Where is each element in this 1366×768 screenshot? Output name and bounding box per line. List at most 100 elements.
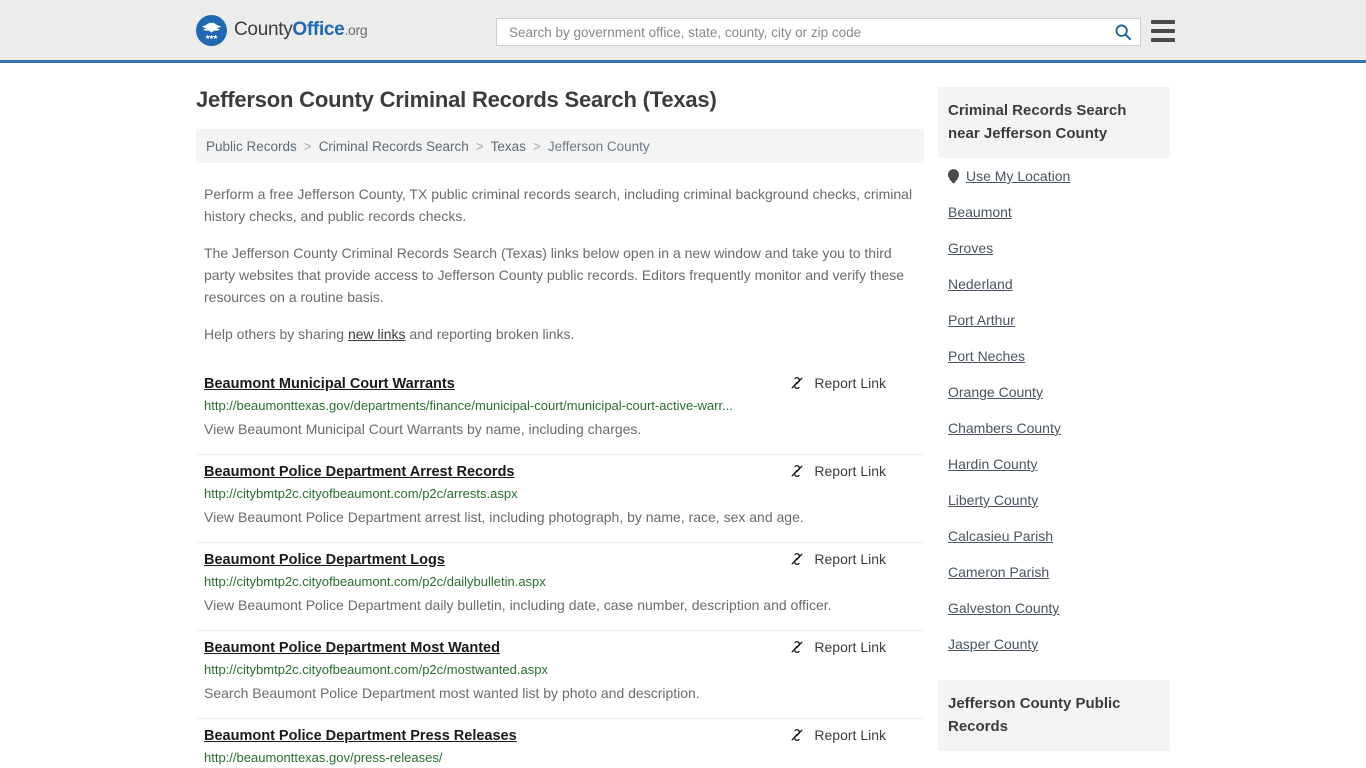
result-item: Beaumont Police Department Logs http://c… [196, 543, 924, 631]
search-icon[interactable] [1114, 23, 1132, 41]
breadcrumb: Public Records > Criminal Records Search… [196, 129, 924, 163]
hamburger-bar [1151, 38, 1175, 42]
sidebar-item-port-arthur[interactable]: Port Arthur [948, 302, 1170, 338]
report-link-button[interactable]: Report Link [789, 551, 886, 567]
intro-p3-after: and reporting broken links. [405, 326, 575, 342]
breadcrumb-item-criminal-records-search[interactable]: Criminal Records Search [319, 139, 469, 154]
sidebar-item-cameron-parish[interactable]: Cameron Parish [948, 554, 1170, 590]
sidebar-item-groves[interactable]: Groves [948, 230, 1170, 266]
breadcrumb-separator: > [303, 138, 312, 154]
result-description: Search Beaumont Police Department most w… [204, 685, 700, 701]
broken-link-icon [789, 551, 805, 567]
report-link-label: Report Link [814, 551, 886, 567]
sidebar-panel-heading: Criminal Records Search near Jefferson C… [938, 87, 1170, 158]
sidebar-link[interactable]: Jasper County [948, 636, 1038, 652]
results-list: Beaumont Municipal Court Warrants http:/… [196, 367, 924, 768]
result-description: View Beaumont Police Department daily bu… [204, 597, 832, 613]
sidebar-item-liberty-county[interactable]: Liberty County [948, 482, 1170, 518]
sidebar-link[interactable]: Nederland [948, 276, 1013, 292]
breadcrumb-item-jefferson-county: Jefferson County [547, 138, 650, 154]
result-title-link[interactable]: Beaumont Police Department Logs [204, 552, 445, 568]
result-url[interactable]: http://citybmtp2c.cityofbeaumont.com/p2c… [204, 662, 924, 677]
result-title-link[interactable]: Beaumont Police Department Press Release… [204, 728, 517, 744]
result-item: Beaumont Police Department Most Wanted h… [196, 631, 924, 719]
main-content: Jefferson County Criminal Records Search… [196, 87, 924, 768]
broken-link-icon [789, 639, 805, 655]
sidebar-link[interactable]: Cameron Parish [948, 564, 1049, 580]
sidebar-link[interactable]: Beaumont [948, 204, 1012, 220]
sidebar-link[interactable]: Chambers County [948, 420, 1061, 436]
result-description: View Beaumont Municipal Court Warrants b… [204, 421, 642, 437]
broken-link-icon [789, 727, 805, 743]
report-link-button[interactable]: Report Link [789, 463, 886, 479]
search-box[interactable] [496, 18, 1141, 46]
sidebar-link[interactable]: Galveston County [948, 600, 1059, 616]
sidebar-item-nederland[interactable]: Nederland [948, 266, 1170, 302]
result-url[interactable]: http://citybmtp2c.cityofbeaumont.com/p2c… [204, 574, 924, 589]
report-link-button[interactable]: Report Link [789, 639, 886, 655]
hamburger-menu-icon[interactable] [1151, 20, 1175, 42]
site-header: CountyOffice.org [0, 0, 1366, 63]
intro-text: Perform a free Jefferson County, TX publ… [196, 183, 924, 345]
sidebar-item-galveston-county[interactable]: Galveston County [948, 590, 1170, 626]
countyoffice-eagle-logo-icon [196, 14, 227, 46]
search-area [496, 18, 1141, 46]
sidebar-link[interactable]: Orange County [948, 384, 1043, 400]
result-description: View Beaumont Police Department arrest l… [204, 509, 804, 525]
intro-paragraph-3: Help others by sharing new links and rep… [204, 323, 920, 345]
report-link-label: Report Link [814, 639, 886, 655]
report-link-label: Report Link [814, 463, 886, 479]
logo-text-office: Office [292, 19, 345, 40]
sidebar-link[interactable]: Groves [948, 240, 993, 256]
sidebar-link[interactable]: Calcasieu Parish [948, 528, 1053, 544]
breadcrumb-separator: > [532, 138, 541, 154]
sidebar-item-orange-county[interactable]: Orange County [948, 374, 1170, 410]
map-pin-icon [948, 168, 959, 184]
site-logo[interactable]: CountyOffice.org [196, 14, 368, 46]
report-link-label: Report Link [814, 375, 886, 391]
sidebar-item-jasper-county[interactable]: Jasper County [948, 626, 1170, 662]
search-input[interactable] [507, 19, 1114, 45]
sidebar-item-port-neches[interactable]: Port Neches [948, 338, 1170, 374]
report-link-button[interactable]: Report Link [789, 727, 886, 743]
new-links-link[interactable]: new links [348, 326, 406, 342]
result-url[interactable]: http://citybmtp2c.cityofbeaumont.com/p2c… [204, 486, 924, 501]
result-title-link[interactable]: Beaumont Police Department Arrest Record… [204, 464, 515, 480]
sidebar-link[interactable]: Port Neches [948, 348, 1025, 364]
site-logo-text: CountyOffice.org [234, 19, 368, 41]
report-link-button[interactable]: Report Link [789, 375, 886, 391]
sidebar-link[interactable]: Hardin County [948, 456, 1038, 472]
sidebar-item-calcasieu-parish[interactable]: Calcasieu Parish [948, 518, 1170, 554]
intro-paragraph-2: The Jefferson County Criminal Records Se… [204, 245, 905, 305]
breadcrumb-separator: > [475, 138, 484, 154]
broken-link-icon [789, 463, 805, 479]
sidebar: Criminal Records Search near Jefferson C… [938, 87, 1170, 768]
result-url[interactable]: http://beaumonttexas.gov/press-releases/ [204, 750, 924, 765]
sidebar-panel-heading: Jefferson County Public Records [938, 680, 1170, 751]
hamburger-bar [1151, 29, 1175, 33]
logo-text-county: County [234, 19, 293, 40]
sidebar-item-chambers-county[interactable]: Chambers County [948, 410, 1170, 446]
result-title-link[interactable]: Beaumont Municipal Court Warrants [204, 376, 455, 392]
sidebar-item-use-my-location[interactable]: Use My Location [948, 158, 1170, 194]
breadcrumb-item-texas[interactable]: Texas [491, 139, 526, 154]
sidebar-panel-public-records: Jefferson County Public Records [938, 680, 1170, 751]
page-title: Jefferson County Criminal Records Search… [196, 87, 717, 112]
logo-text-org: .org [344, 22, 368, 38]
intro-p3-before: Help others by sharing [204, 326, 348, 342]
result-title-link[interactable]: Beaumont Police Department Most Wanted [204, 640, 500, 656]
result-item: Beaumont Police Department Arrest Record… [196, 455, 924, 543]
sidebar-panel-nearby: Criminal Records Search near Jefferson C… [938, 87, 1170, 662]
breadcrumb-item-public-records[interactable]: Public Records [206, 139, 297, 154]
sidebar-link-list: Use My Location Beaumont Groves Nederlan… [938, 158, 1170, 662]
intro-paragraph-1: Perform a free Jefferson County, TX publ… [204, 186, 913, 224]
sidebar-link[interactable]: Port Arthur [948, 312, 1015, 328]
broken-link-icon [789, 375, 805, 391]
sidebar-item-hardin-county[interactable]: Hardin County [948, 446, 1170, 482]
result-url[interactable]: http://beaumonttexas.gov/departments/fin… [204, 398, 924, 413]
sidebar-link[interactable]: Liberty County [948, 492, 1038, 508]
use-my-location-link[interactable]: Use My Location [966, 168, 1070, 184]
report-link-label: Report Link [814, 727, 886, 743]
sidebar-item-beaumont[interactable]: Beaumont [948, 194, 1170, 230]
result-item: Beaumont Police Department Press Release… [196, 719, 924, 768]
